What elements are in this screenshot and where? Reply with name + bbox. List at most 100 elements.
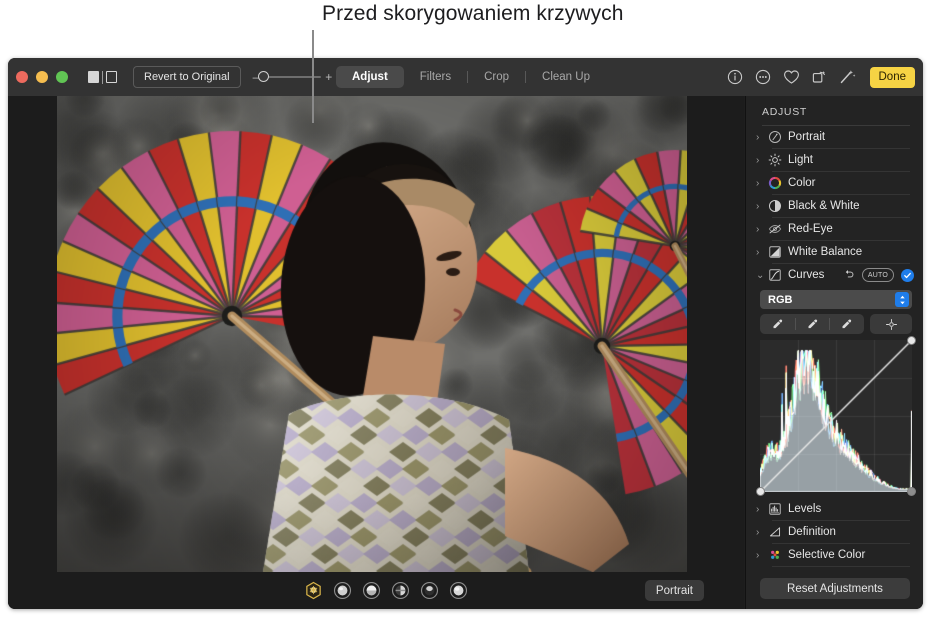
reset-arrow-icon[interactable] bbox=[844, 266, 855, 284]
sidebar-item-selective-color[interactable]: › Selective Color bbox=[746, 544, 923, 566]
screenshot-root: Przed skorygowaniem krzywych Revert to O… bbox=[0, 0, 931, 617]
split-view-right bbox=[106, 71, 117, 83]
contrast-circle-icon bbox=[767, 199, 782, 214]
lighting-effects-list bbox=[304, 581, 468, 600]
curves-channel-select[interactable]: RGB bbox=[760, 290, 912, 309]
sidebar-item-white-balance[interactable]: › White Balance bbox=[746, 241, 923, 263]
split-view-left bbox=[88, 71, 99, 83]
favorite-heart-icon[interactable] bbox=[783, 69, 800, 86]
minimize-button[interactable] bbox=[36, 71, 48, 83]
sidebar-item-light[interactable]: › Light bbox=[746, 149, 923, 171]
effect-studio-light[interactable] bbox=[333, 581, 352, 600]
tab-crop[interactable]: Crop bbox=[468, 66, 525, 88]
sidebar-item-label: White Balance bbox=[788, 246, 862, 258]
levels-icon bbox=[767, 502, 782, 517]
effect-stage-light[interactable] bbox=[391, 581, 410, 600]
eye-slash-icon bbox=[767, 222, 782, 237]
portrait-lighting-bar: Portrait bbox=[8, 572, 744, 609]
curves-graph[interactable] bbox=[760, 340, 912, 492]
close-button[interactable] bbox=[16, 71, 28, 83]
zoom-button[interactable] bbox=[56, 71, 68, 83]
eyedropper-group bbox=[760, 314, 864, 334]
definition-icon bbox=[767, 525, 782, 540]
zoom-slider-knob[interactable] bbox=[258, 71, 269, 82]
split-view-icon[interactable] bbox=[88, 71, 117, 84]
curves-channel-value: RGB bbox=[768, 294, 792, 306]
mode-tabs: Adjust Filters Crop Clean Up bbox=[336, 66, 606, 88]
chevron-right-icon[interactable]: › bbox=[756, 201, 767, 212]
toolbar-actions: Done bbox=[727, 66, 916, 88]
sidebar-item-label: Light bbox=[788, 154, 813, 166]
white-point-eyedropper[interactable] bbox=[829, 314, 864, 334]
add-point-target-icon[interactable] bbox=[870, 314, 912, 334]
photo-image[interactable] bbox=[57, 96, 687, 572]
sidebar-item-levels[interactable]: › Levels bbox=[746, 498, 923, 520]
photo-canvas bbox=[8, 96, 744, 572]
sidebar-item-label: Black & White bbox=[788, 200, 860, 212]
effect-high-key-mono[interactable] bbox=[449, 581, 468, 600]
curves-controls: AUTO bbox=[844, 266, 923, 284]
white-balance-icon bbox=[767, 245, 782, 260]
info-icon[interactable] bbox=[727, 69, 744, 86]
sidebar-item-label: Color bbox=[788, 177, 815, 189]
color-wheel-icon bbox=[767, 176, 782, 191]
revert-to-original-button[interactable]: Revert to Original bbox=[133, 66, 241, 88]
aperture-icon bbox=[767, 130, 782, 145]
tab-adjust[interactable]: Adjust bbox=[336, 66, 404, 88]
tab-clean-up[interactable]: Clean Up bbox=[526, 66, 606, 88]
curve-handle-white-point[interactable] bbox=[907, 336, 916, 345]
portrait-badge-button[interactable]: Portrait bbox=[645, 580, 704, 601]
chevron-right-icon[interactable]: › bbox=[756, 155, 767, 166]
effect-contour-light[interactable] bbox=[362, 581, 381, 600]
sidebar-title: ADJUST bbox=[746, 96, 923, 118]
sidebar-item-red-eye[interactable]: › Red-Eye bbox=[746, 218, 923, 240]
curves-icon bbox=[767, 268, 782, 283]
sidebar-item-portrait[interactable]: › Portrait bbox=[746, 126, 923, 148]
black-point-eyedropper[interactable] bbox=[760, 314, 795, 334]
sidebar-item-curves[interactable]: ⌄ Curves AUTO bbox=[746, 264, 923, 286]
rotate-icon[interactable] bbox=[811, 69, 828, 86]
zoom-slider[interactable]: – + bbox=[253, 71, 333, 83]
sidebar-item-label: Curves bbox=[788, 269, 824, 281]
auto-badge[interactable]: AUTO bbox=[862, 268, 894, 282]
more-options-icon[interactable] bbox=[755, 69, 772, 86]
chevron-updown-icon[interactable] bbox=[895, 292, 909, 307]
sidebar-item-label: Selective Color bbox=[788, 549, 865, 561]
curves-tools bbox=[760, 314, 912, 334]
chevron-right-icon[interactable]: › bbox=[756, 178, 767, 189]
chevron-right-icon[interactable]: › bbox=[756, 247, 767, 258]
chevron-right-icon[interactable]: › bbox=[756, 527, 767, 538]
zoom-in-label[interactable]: + bbox=[325, 71, 332, 83]
split-view-divider bbox=[102, 71, 103, 84]
chevron-right-icon[interactable]: › bbox=[756, 132, 767, 143]
adjust-sidebar: ADJUST › Portrait › Light › Color › Blac… bbox=[745, 96, 923, 609]
toolbar: Revert to Original – + Adjust Filters Cr… bbox=[8, 58, 923, 96]
window-controls bbox=[16, 71, 68, 83]
sidebar-item-label: Definition bbox=[788, 526, 836, 538]
sidebar-item-definition[interactable]: › Definition bbox=[746, 521, 923, 543]
sidebar-item-label: Red-Eye bbox=[788, 223, 833, 235]
chevron-down-icon[interactable]: ⌄ bbox=[756, 270, 767, 281]
reset-adjustments-button[interactable]: Reset Adjustments bbox=[760, 578, 910, 599]
effect-stage-light-mono[interactable] bbox=[420, 581, 439, 600]
curves-enabled-checkmark-icon[interactable] bbox=[901, 269, 914, 282]
done-button[interactable]: Done bbox=[870, 67, 916, 88]
callout-label: Przed skorygowaniem krzywych bbox=[322, 2, 624, 26]
curve-handle-bottom-right[interactable] bbox=[907, 487, 916, 496]
sidebar-item-label: Levels bbox=[788, 503, 821, 515]
chevron-right-icon[interactable]: › bbox=[756, 550, 767, 561]
chevron-right-icon[interactable]: › bbox=[756, 504, 767, 515]
chevron-right-icon[interactable]: › bbox=[756, 224, 767, 235]
curve-handle-black-point[interactable] bbox=[756, 487, 765, 496]
photo-bitmap bbox=[57, 96, 687, 572]
curves-histogram-canvas bbox=[760, 340, 912, 492]
sidebar-item-color[interactable]: › Color bbox=[746, 172, 923, 194]
effect-natural-light[interactable] bbox=[304, 581, 323, 600]
auto-enhance-wand-icon[interactable] bbox=[839, 69, 856, 86]
gray-point-eyedropper[interactable] bbox=[795, 314, 830, 334]
sidebar-item-black-and-white[interactable]: › Black & White bbox=[746, 195, 923, 217]
callout-leader-line bbox=[312, 30, 314, 123]
tab-filters[interactable]: Filters bbox=[404, 66, 467, 88]
sun-icon bbox=[767, 153, 782, 168]
photos-editor-window: Revert to Original – + Adjust Filters Cr… bbox=[8, 58, 923, 609]
